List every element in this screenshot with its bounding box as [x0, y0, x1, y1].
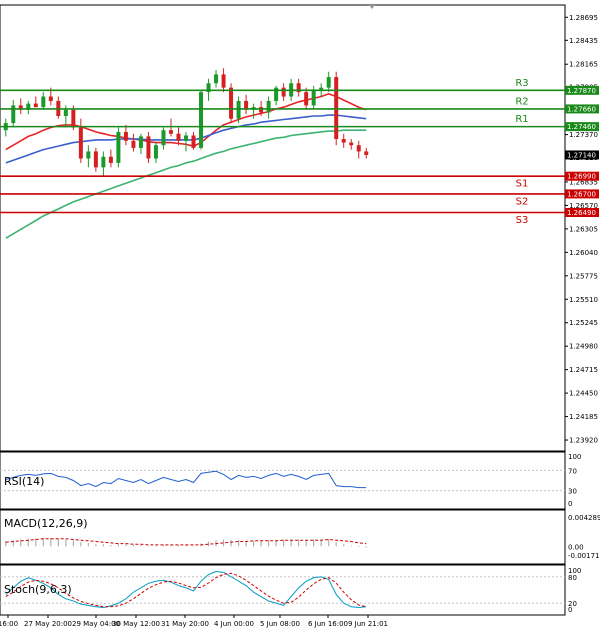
candle-body: [349, 142, 354, 146]
y-tick-label: 1.28435: [569, 37, 598, 45]
y-tick-label: 1.25510: [569, 296, 598, 304]
candle-body: [86, 151, 91, 159]
price-tag-text-s1: 1.26990: [567, 173, 596, 181]
candle-body: [259, 107, 264, 113]
y-axis: 1.286951.284351.281651.279051.276401.273…: [565, 14, 598, 445]
macd-tick-label: 0.004289: [568, 514, 600, 522]
x-tick-label: 31 May 20:00: [161, 620, 209, 628]
candle-body: [63, 109, 68, 117]
candle-body: [319, 87, 324, 90]
y-tick-label: 1.25245: [569, 319, 598, 327]
candle-body: [304, 92, 309, 106]
rsi-panel-frame: [0, 451, 566, 510]
price-chart: 1.286951.284351.281651.279051.276401.273…: [0, 4, 600, 628]
candle-body: [266, 100, 271, 113]
candle-body: [356, 145, 361, 152]
y-tick-label: 1.25775: [569, 272, 598, 280]
current-price-text: 1.27140: [567, 151, 596, 159]
main-panel-frame: [0, 4, 566, 452]
candle-body: [199, 92, 204, 148]
price-tag-text-s2: 1.26700: [567, 190, 596, 198]
y-tick-label: 1.26305: [569, 225, 598, 233]
stoch-tick-label: 80: [568, 574, 577, 582]
candle-body: [131, 140, 136, 148]
y-tick-label: 1.28165: [569, 61, 598, 69]
y-tick-label: 1.27370: [569, 131, 598, 139]
x-tick-label: 30 May 12:00: [112, 620, 160, 628]
stoch-panel-frame: [0, 564, 566, 616]
candle-body: [123, 131, 128, 141]
candle-body: [191, 135, 196, 148]
candle-body: [311, 89, 316, 106]
level-label-r3: R3: [515, 78, 528, 89]
y-tick-label: 1.24980: [569, 343, 598, 351]
candle-body: [161, 130, 166, 146]
level-label-s1: S1: [516, 179, 529, 190]
rsi-tick-label: 0: [568, 500, 572, 508]
level-label-r2: R2: [515, 96, 528, 107]
candle-body: [153, 145, 158, 159]
candle-body: [93, 151, 98, 168]
candle-body: [364, 151, 369, 155]
rsi-tick-label: 100: [568, 453, 581, 461]
level-label-r1: R1: [515, 114, 528, 125]
candle-body: [341, 139, 346, 143]
macd-tick-label: -0.001713: [568, 552, 600, 560]
candle-body: [11, 105, 16, 124]
x-tick-label: 6 Jun 16:00: [308, 620, 348, 628]
x-tick-label: 9 Jun 21:01: [348, 620, 388, 628]
candle-body: [33, 103, 38, 108]
candle-body: [146, 136, 151, 159]
x-tick-label: 5 Jun 08:00: [260, 620, 300, 628]
candle-body: [71, 109, 76, 128]
level-label-s2: S2: [516, 196, 529, 207]
rsi-tick-label: 70: [568, 467, 577, 475]
price-tag-text-s3: 1.26490: [567, 209, 596, 217]
y-tick-label: 1.26040: [569, 249, 598, 257]
candle-body: [108, 156, 113, 163]
price-tag-text-r3: 1.27870: [567, 87, 596, 95]
candle-body: [229, 87, 234, 119]
candle-body: [78, 127, 83, 159]
candle-body: [334, 77, 339, 140]
y-tick-label: 1.24185: [569, 413, 598, 421]
candle-body: [48, 96, 53, 101]
rsi-title: RSI(14): [4, 475, 44, 488]
y-tick-label: 1.24450: [569, 390, 598, 398]
stoch-title: Stoch(9,6,3): [4, 583, 72, 596]
candle-body: [168, 130, 173, 134]
candle-body: [101, 156, 106, 168]
y-tick-label: 1.23920: [569, 437, 598, 445]
x-tick-label: 16:00: [0, 620, 18, 628]
y-tick-label: 1.28695: [569, 14, 598, 22]
candle-body: [138, 136, 143, 148]
candle-body: [176, 133, 181, 141]
x-tick-label: 4 Jun 00:00: [214, 620, 254, 628]
x-tick-label: 27 May 20:00: [24, 620, 72, 628]
candle-body: [184, 135, 188, 141]
rsi-tick-label: 30: [568, 488, 577, 496]
macd-title: MACD(12,26,9): [4, 517, 88, 530]
level-label-s3: S3: [516, 215, 529, 226]
stoch-tick-label: 0: [568, 606, 572, 614]
candle-body: [116, 131, 121, 163]
candle-body: [221, 74, 226, 88]
candle-body: [214, 74, 219, 84]
candle-body: [326, 77, 331, 88]
price-tags: 1.27870 1.27660 1.27460 1.26990 1.26700 1.264…: [565, 85, 599, 218]
macd-tick-label: 0.00: [568, 543, 584, 551]
candle-body: [281, 87, 286, 97]
price-tag-text-r1: 1.27460: [567, 123, 596, 131]
y-tick-label: 1.24715: [569, 366, 598, 374]
candle-body: [236, 100, 241, 119]
price-tag-text-r2: 1.27660: [567, 105, 596, 113]
candle-body: [41, 96, 46, 108]
x-axis: 16:00 27 May 20:00 29 May 04:0030 May 12:0…: [0, 615, 388, 628]
